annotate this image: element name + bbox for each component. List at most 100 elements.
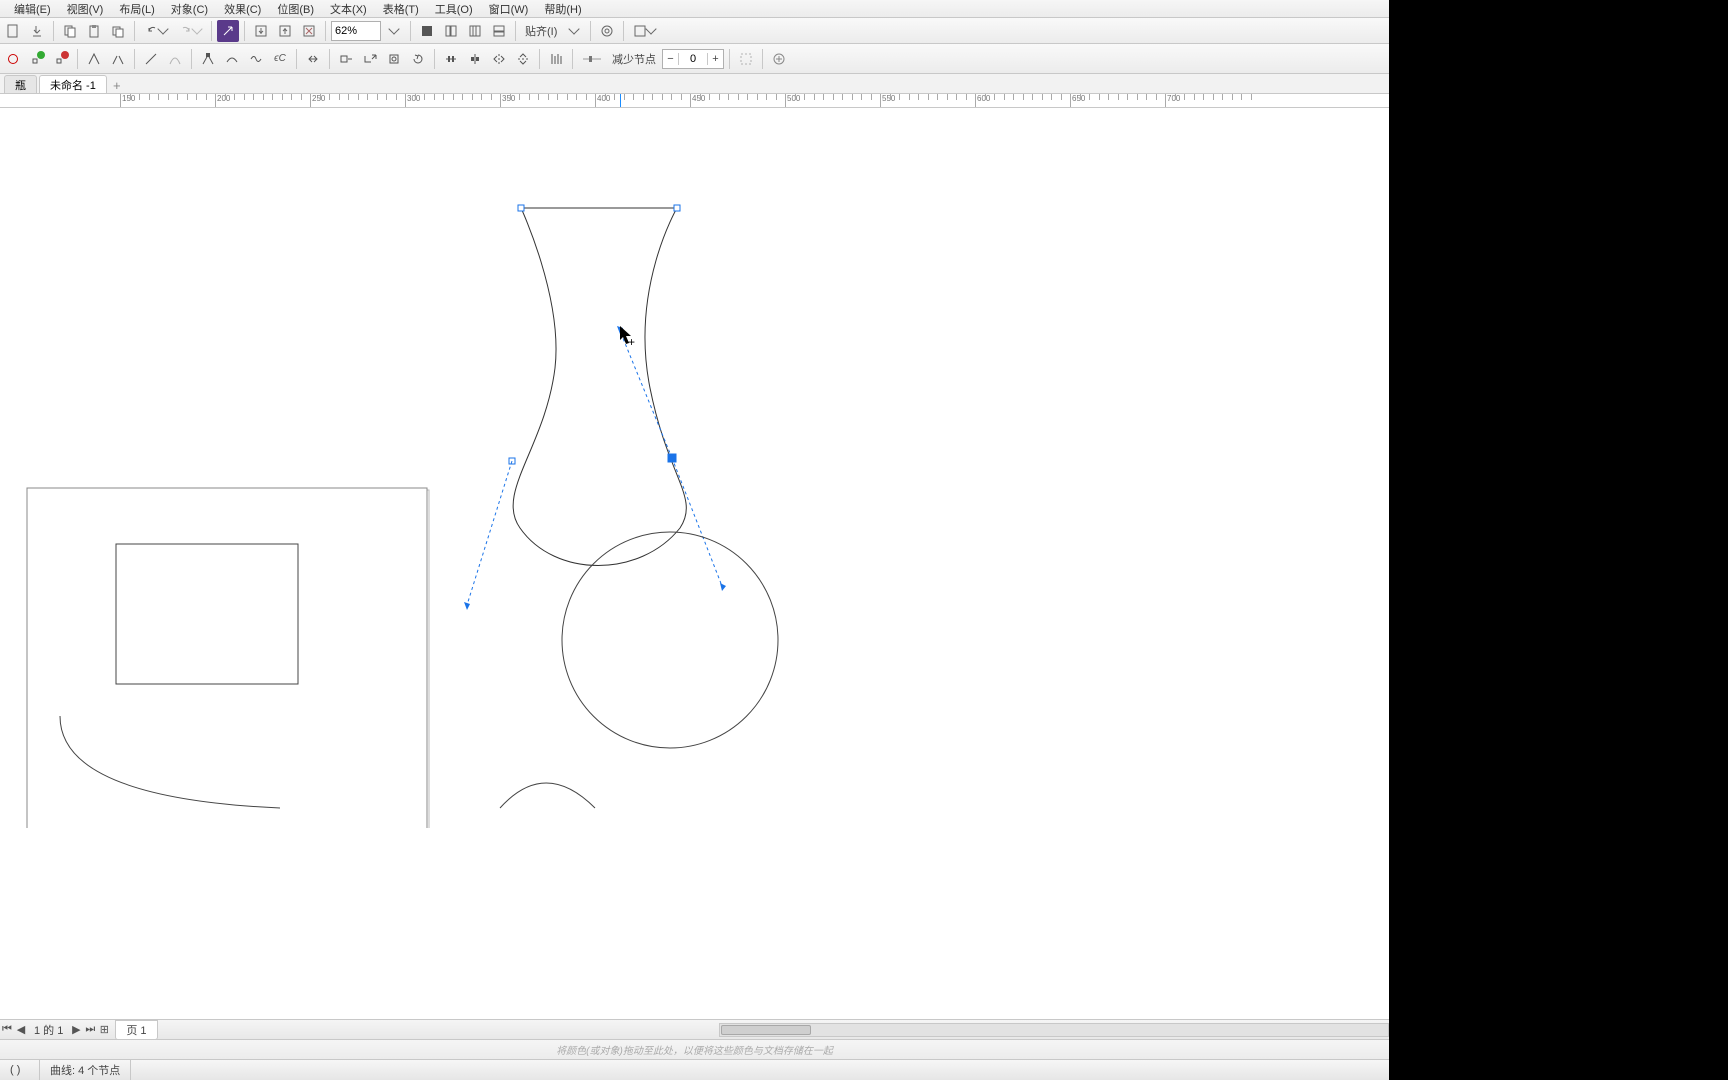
menu-effect[interactable]: 效果(C) — [216, 0, 269, 18]
export2-button[interactable] — [274, 20, 296, 42]
view-a-button[interactable] — [440, 20, 462, 42]
export-button[interactable] — [26, 20, 48, 42]
ec-button[interactable]: ϵC — [269, 48, 291, 70]
align-v-button[interactable] — [464, 48, 486, 70]
page-counter: 1 的 1 — [28, 1022, 69, 1038]
plus-icon[interactable]: + — [707, 53, 723, 65]
smooth-node-button[interactable] — [221, 48, 243, 70]
fullscreen-button[interactable] — [416, 20, 438, 42]
document-tab-active[interactable]: 未命名 -1 — [39, 75, 107, 93]
cursor-position: ( ) — [0, 1060, 40, 1080]
reverse-button[interactable] — [302, 48, 324, 70]
reflect-v-button[interactable] — [512, 48, 534, 70]
separator — [410, 21, 411, 41]
view-c-button[interactable] — [488, 20, 510, 42]
separator — [729, 49, 730, 69]
next-page-button[interactable]: ▶ — [69, 1023, 83, 1036]
align-h-button[interactable] — [440, 48, 462, 70]
to-curve-button[interactable] — [164, 48, 186, 70]
page-tab[interactable]: 页 1 — [115, 1020, 157, 1040]
rotate-node-button[interactable] — [407, 48, 429, 70]
paste-button[interactable] — [83, 20, 105, 42]
separator — [325, 21, 326, 41]
minus-icon[interactable]: − — [663, 53, 679, 65]
cusp-node-button[interactable] — [197, 48, 219, 70]
menu-help[interactable]: 帮助(H) — [536, 0, 589, 18]
to-line-button[interactable] — [140, 48, 162, 70]
canvas[interactable]: + — [0, 108, 1389, 1019]
document-tab[interactable]: 瓶 — [4, 75, 37, 93]
zoom-dropdown[interactable] — [383, 20, 405, 42]
reflect-h-button[interactable] — [488, 48, 510, 70]
delete-node-button[interactable] — [50, 48, 72, 70]
menu-tools[interactable]: 工具(O) — [427, 0, 481, 18]
publish-button[interactable] — [298, 20, 320, 42]
svg-text:+: + — [628, 335, 635, 349]
bezier-handle-arrow[interactable] — [464, 602, 470, 610]
horizontal-scrollbar[interactable] — [719, 1023, 1389, 1037]
import-button[interactable] — [250, 20, 272, 42]
add-node-button[interactable] — [26, 48, 48, 70]
join-nodes-button[interactable] — [83, 48, 105, 70]
vase-curve-object[interactable] — [513, 208, 686, 566]
clone-button[interactable] — [107, 20, 129, 42]
extend-button[interactable] — [335, 48, 357, 70]
snap-label[interactable]: 贴齐(I) — [521, 23, 561, 39]
menu-table[interactable]: 表格(T) — [375, 0, 427, 18]
copy-button[interactable] — [59, 20, 81, 42]
zoom-level[interactable]: 62% — [331, 21, 381, 41]
break-nodes-button[interactable] — [107, 48, 129, 70]
selectall-button[interactable] — [735, 48, 757, 70]
separator — [623, 21, 624, 41]
symm-node-button[interactable] — [245, 48, 267, 70]
reduce-nodes-label: 减少节点 — [608, 51, 660, 67]
right-letterbox — [1389, 0, 1728, 1080]
separator — [191, 49, 192, 69]
node-handle[interactable] — [518, 205, 524, 211]
separator — [572, 49, 573, 69]
menu-layout[interactable]: 布局(L) — [111, 0, 162, 18]
color-dock-hint: 将颜色(或对象)拖动至此处，以便将这些颜色与文档存储在一起 — [0, 1039, 1389, 1059]
menu-bitmap[interactable]: 位图(B) — [269, 0, 322, 18]
bbox-button[interactable] — [768, 48, 790, 70]
menu-edit[interactable]: 编辑(E) — [6, 0, 59, 18]
launch-button[interactable] — [217, 20, 239, 42]
separator — [211, 21, 212, 41]
menu-window[interactable]: 窗口(W) — [481, 0, 537, 18]
snap-dropdown[interactable] — [563, 20, 585, 42]
elastic-button[interactable] — [545, 48, 567, 70]
undo-button[interactable] — [140, 20, 172, 42]
options-button[interactable] — [596, 20, 618, 42]
shape-cursor-icon: + — [620, 326, 635, 349]
redo-button[interactable] — [174, 20, 206, 42]
circle-object[interactable] — [562, 532, 778, 748]
add-page-button[interactable]: ⊞ — [97, 1023, 111, 1036]
close-curve-button[interactable] — [383, 48, 405, 70]
separator — [590, 21, 591, 41]
view-b-button[interactable] — [464, 20, 486, 42]
slider-button[interactable] — [578, 48, 606, 70]
shape-preset[interactable] — [2, 48, 24, 70]
separator — [77, 49, 78, 69]
scrollbar-thumb[interactable] — [721, 1025, 811, 1035]
menu-view[interactable]: 视图(V) — [59, 0, 112, 18]
menu-text[interactable]: 文本(X) — [322, 0, 375, 18]
page-navigation-bar: ⏮ ◀ 1 的 1 ▶ ⏭ ⊞ 页 1 — [0, 1019, 1389, 1039]
menu-object[interactable]: 对象(C) — [163, 0, 216, 18]
extract-button[interactable] — [359, 48, 381, 70]
new-tab-button[interactable]: + — [109, 77, 125, 93]
node-handle[interactable] — [674, 205, 680, 211]
separator — [134, 49, 135, 69]
node-count-spinner[interactable]: − 0 + — [662, 49, 724, 69]
app-button[interactable] — [629, 20, 659, 42]
prev-page-button[interactable]: ◀ — [14, 1023, 28, 1036]
arc-object[interactable] — [500, 783, 595, 808]
bezier-handle-line — [672, 458, 722, 586]
bezier-handle-line — [620, 331, 672, 458]
last-page-button[interactable]: ⏭ — [83, 1023, 97, 1036]
first-page-button[interactable]: ⏮ — [0, 1023, 14, 1036]
bezier-handle-arrow[interactable] — [720, 583, 726, 591]
new-button[interactable] — [2, 20, 24, 42]
separator — [762, 49, 763, 69]
separator — [244, 21, 245, 41]
